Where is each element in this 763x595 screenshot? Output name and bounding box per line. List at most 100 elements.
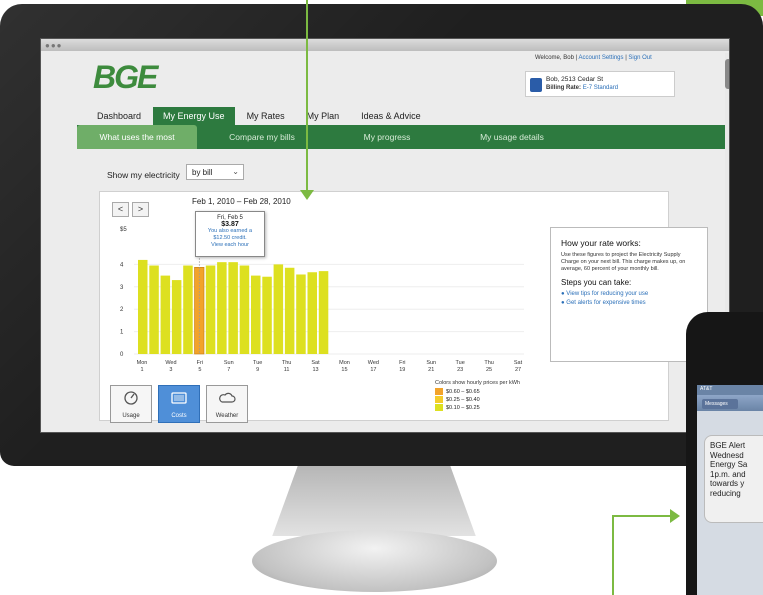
phone-status-bar: AT&T: [697, 385, 763, 395]
x-tick-date: 9: [256, 367, 259, 373]
account-settings-link[interactable]: Account Settings: [578, 55, 623, 61]
account-address: Bob, 2513 Cedar St: [546, 76, 604, 83]
subtab-usage-details[interactable]: My usage details: [447, 125, 577, 149]
y-tick-label: 1: [120, 330, 124, 336]
billing-rate-label: Billing Rate:: [546, 85, 582, 91]
x-tick-date: 7: [227, 367, 230, 373]
legend-row-high: $0.60 – $0.65: [435, 388, 520, 395]
stage: ●●● BGE Welcome, Bob | Account Settings …: [0, 0, 763, 595]
filter-label: Show my electricity: [107, 170, 180, 180]
bar: [149, 265, 159, 354]
x-tick-day: Tue: [456, 360, 465, 366]
billing-rate-link[interactable]: E-7 Standard: [583, 85, 618, 91]
x-tick-date: 5: [198, 367, 201, 373]
main-nav: Dashboard My Energy Use My Rates My Plan…: [87, 107, 431, 125]
bar: [318, 271, 329, 354]
bar: [171, 280, 182, 354]
monitor-stand-base: [252, 530, 497, 592]
callout-arrow-icon: [300, 190, 314, 200]
bar: [262, 276, 272, 354]
x-tick-date: 27: [515, 367, 521, 373]
sign-out-link[interactable]: Sign Out: [628, 55, 651, 61]
x-tick-date: 17: [370, 367, 376, 373]
bar: [228, 262, 238, 354]
costs-tool-label: Costs: [171, 413, 187, 419]
x-tick-day: Mon: [339, 360, 350, 366]
bar: [138, 259, 148, 354]
usage-panel: < > Feb 1, 2010 – Feb 28, 2010 $5 43210M…: [99, 191, 708, 423]
alerts-link[interactable]: ● Get alerts for expensive times: [561, 299, 697, 308]
legend-swatch-mid: [435, 396, 443, 403]
bge-logo[interactable]: BGE: [93, 59, 158, 96]
x-tick-date: 1: [140, 367, 143, 373]
rate-info-title: How your rate works:: [561, 238, 641, 248]
bar: [273, 264, 284, 354]
legend-swatch-low: [435, 404, 443, 411]
tab-my-energy-use[interactable]: My Energy Use: [153, 107, 235, 125]
scrollbar-thumb[interactable]: [725, 59, 729, 89]
browser-titlebar: ●●●: [41, 39, 729, 51]
tips-link[interactable]: ● View tips for reducing your use: [561, 290, 697, 299]
tab-my-rates[interactable]: My Rates: [237, 107, 295, 125]
x-tick-day: Fri: [197, 360, 203, 366]
x-tick-date: 21: [428, 367, 434, 373]
bar: [205, 265, 216, 354]
tab-ideas-advice[interactable]: Ideas & Advice: [351, 107, 431, 125]
x-tick-day: Fri: [399, 360, 405, 366]
usage-tool-button[interactable]: Usage: [110, 385, 152, 423]
carrier-label: AT&T: [700, 386, 713, 392]
y-tick-label: 4: [120, 262, 124, 268]
window-controls-icon[interactable]: ●●●: [45, 41, 63, 50]
x-tick-day: Sun: [224, 360, 234, 366]
x-tick-date: 13: [312, 367, 318, 373]
callout-line: [306, 0, 308, 196]
x-tick-day: Wed: [368, 360, 379, 366]
x-tick-day: Wed: [165, 360, 176, 366]
filter-select[interactable]: by bill ⌄: [186, 164, 244, 180]
phone-callout-line-vertical: [612, 515, 614, 595]
x-tick-day: Sat: [514, 360, 523, 366]
costs-tool-button[interactable]: Costs: [158, 385, 200, 423]
monitor-stand-neck: [272, 466, 476, 536]
usage-tool-label: Usage: [122, 413, 140, 419]
bar: [307, 272, 317, 354]
x-tick-date: 3: [169, 367, 172, 373]
subtab-what-uses-most[interactable]: What uses the most: [77, 125, 197, 149]
price-legend: Colors show hourly prices per kWh $0.60 …: [435, 380, 520, 412]
x-tick-date: 11: [284, 367, 290, 373]
screen: ●●● BGE Welcome, Bob | Account Settings …: [40, 38, 730, 433]
subtab-my-progress[interactable]: My progress: [327, 125, 447, 149]
legend-range-mid: $0.25 – $0.40: [446, 396, 480, 403]
messages-back-button[interactable]: Messages: [702, 399, 738, 409]
alert-message-bubble: BGE Alert Wednesd Energy Sa 1p.m. and to…: [704, 435, 763, 523]
legend-row-mid: $0.25 – $0.40: [435, 396, 520, 403]
rate-info-box: How your rate works: Use these figures t…: [550, 227, 708, 362]
tooltip-view-hours-link[interactable]: View each hour: [196, 242, 264, 249]
bar: [217, 262, 227, 354]
tab-dashboard[interactable]: Dashboard: [87, 107, 151, 125]
tips-link-text: View tips for reducing your use: [566, 291, 649, 297]
day-tooltip: Fri, Feb 5 $3.87 You also earned a $12.5…: [195, 211, 265, 257]
bar: [183, 265, 193, 354]
tooltip-credit-line2: $12.50 credit.: [213, 235, 247, 241]
tab-my-plan[interactable]: My Plan: [297, 107, 350, 125]
x-tick-date: 15: [341, 367, 347, 373]
y-tick-label: 3: [120, 285, 124, 291]
phone-callout-arrow-icon: [670, 509, 680, 523]
x-tick-day: Sun: [426, 360, 436, 366]
y-tick-label: 0: [120, 352, 124, 358]
weather-tool-button[interactable]: Weather: [206, 385, 248, 423]
legend-row-low: $0.10 – $0.25: [435, 404, 520, 411]
welcome-text: Welcome, Bob: [535, 55, 574, 61]
welcome-bar: Welcome, Bob | Account Settings | Sign O…: [535, 55, 652, 61]
steps-title: Steps you can take:: [561, 278, 632, 287]
legend-title: Colors show hourly prices per kWh: [435, 380, 520, 386]
x-tick-day: Thu: [282, 360, 291, 366]
usage-chart: 43210Mon1Wed3Fri5Sun7Tue9Thu11Sat13Mon15…: [120, 234, 524, 373]
phone-callout-line-horizontal: [612, 515, 672, 517]
billing-rate: Billing Rate: E-7 Standard: [546, 85, 618, 91]
legend-swatch-high: [435, 388, 443, 395]
account-card: Bob, 2513 Cedar St Billing Rate: E-7 Sta…: [525, 71, 675, 97]
gauge-icon: [120, 391, 142, 405]
x-tick-date: 23: [457, 367, 463, 373]
